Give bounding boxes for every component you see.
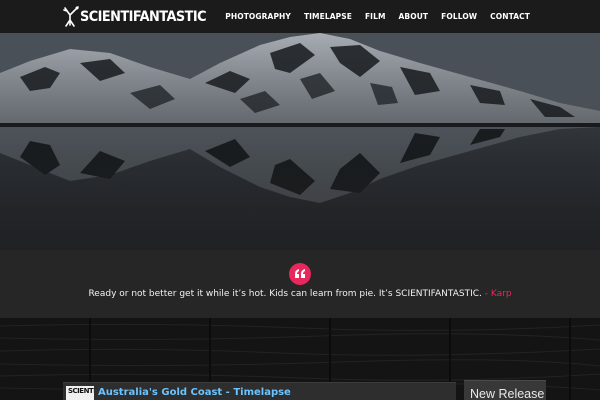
video-card[interactable]: SCIENTI Australia's Gold Coast - Timelap… xyxy=(63,382,456,400)
page: SCIENTIFANTASTIC PHOTOGRAPHY TIMELAPSE F… xyxy=(0,0,600,400)
mountain-reflection-image xyxy=(0,33,600,250)
site-logo[interactable]: SCIENTIFANTASTIC xyxy=(63,6,217,28)
logo-figure-icon xyxy=(63,6,79,27)
nav-follow[interactable]: FOLLOW xyxy=(441,12,477,21)
logo-text: SCIENTIFANTASTIC xyxy=(80,9,207,25)
nav-photography[interactable]: PHOTOGRAPHY xyxy=(225,12,291,21)
quote-text: Ready or not better get it while it’s ho… xyxy=(88,289,482,299)
main-nav: PHOTOGRAPHY TIMELAPSE FILM ABOUT FOLLOW … xyxy=(212,0,530,33)
video-title[interactable]: Australia's Gold Coast - Timelapse xyxy=(98,387,291,398)
new-release-title: New Release xyxy=(470,387,545,400)
quote-icon xyxy=(289,263,311,285)
nav-film[interactable]: FILM xyxy=(365,12,386,21)
quote-author[interactable]: - Karp xyxy=(485,289,512,299)
top-navigation-bar: SCIENTIFANTASTIC PHOTOGRAPHY TIMELAPSE F… xyxy=(0,0,600,33)
nav-about[interactable]: ABOUT xyxy=(399,12,429,21)
nav-timelapse[interactable]: TIMELAPSE xyxy=(304,12,352,21)
video-thumbnail[interactable]: SCIENTI xyxy=(66,386,94,400)
hero-image xyxy=(0,33,600,250)
quote-text-line: Ready or not better get it while it’s ho… xyxy=(0,289,600,299)
nav-contact[interactable]: CONTACT xyxy=(490,12,530,21)
new-release-box: New Release xyxy=(464,380,546,400)
